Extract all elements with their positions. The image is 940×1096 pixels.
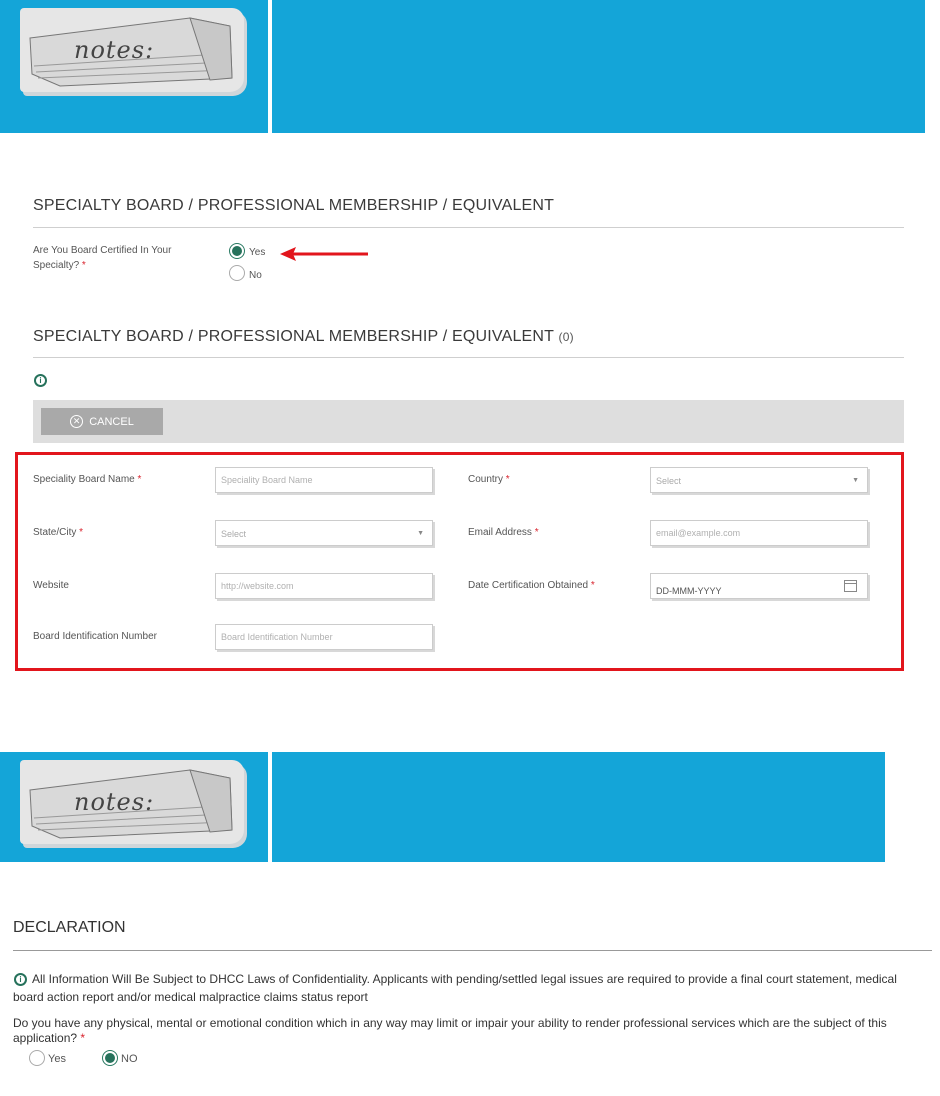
cancel-label: CANCEL	[89, 415, 134, 428]
board-certified-question-text: Are You Board Certified In Your Specialt…	[33, 245, 172, 271]
board-certified-question: Are You Board Certified In Your Specialt…	[33, 243, 208, 273]
required-mark: *	[137, 474, 142, 485]
notes-image: notes:	[20, 760, 244, 844]
radio-yes-label: Yes	[249, 247, 266, 258]
date-obtained-input[interactable]: DD-MMM-YYYY	[650, 573, 868, 599]
chevron-down-icon: ▼	[417, 530, 424, 537]
required-mark: *	[590, 580, 595, 591]
notes-label: notes:	[74, 36, 155, 64]
banner-divider	[268, 0, 272, 133]
cancel-button[interactable]: ✕ CANCEL	[41, 408, 163, 435]
notes-banner-top: notes:	[0, 0, 925, 133]
label-date-obtained: Date Certification Obtained *	[468, 580, 595, 591]
notes-banner-bottom: notes:	[0, 752, 885, 862]
membership-count: (0)	[558, 330, 574, 344]
label-board-id: Board Identification Number	[33, 631, 157, 642]
condition-question-text: Do you have any physical, mental or emot…	[13, 1016, 887, 1045]
declaration-title: DECLARATION	[13, 919, 126, 936]
calendar-icon[interactable]	[844, 580, 857, 592]
date-obtained-value: DD-MMM-YYYY	[656, 586, 722, 596]
label-text: Speciality Board Name	[33, 474, 135, 485]
form-toolbar: ✕ CANCEL	[33, 400, 904, 443]
label-text: Email Address	[468, 527, 532, 538]
section-title-board: SPECIALTY BOARD / PROFESSIONAL MEMBERSHI…	[33, 197, 555, 214]
country-select-value: Select	[656, 476, 682, 486]
chevron-down-icon: ▼	[852, 477, 859, 484]
label-website: Website	[33, 580, 69, 591]
label-text: Country	[468, 474, 504, 485]
red-arrow-annotation	[280, 247, 368, 261]
label-text: Date Certification Obtained	[468, 580, 589, 591]
radio-board-certified-no[interactable]	[229, 265, 245, 281]
condition-question: Do you have any physical, mental or emot…	[13, 1016, 928, 1046]
board-id-input[interactable]	[215, 624, 433, 650]
declaration-divider	[13, 950, 932, 951]
country-select[interactable]: Select ▼	[650, 467, 868, 493]
label-country: Country *	[468, 474, 510, 485]
notes-label: notes:	[74, 788, 155, 816]
radio-condition-yes[interactable]	[29, 1050, 45, 1066]
radio-condition-no[interactable]	[102, 1050, 118, 1066]
label-specialty-board-name: Speciality Board Name *	[33, 474, 141, 485]
banner-divider	[268, 752, 272, 862]
section-title-membership-text: SPECIALTY BOARD / PROFESSIONAL MEMBERSHI…	[33, 328, 554, 345]
state-city-select[interactable]: Select ▼	[215, 520, 433, 546]
specialty-board-name-input[interactable]	[215, 467, 433, 493]
section-divider	[33, 357, 904, 358]
notes-image: notes:	[20, 8, 244, 92]
radio-board-certified-yes[interactable]	[229, 243, 245, 259]
radio-no-label: NO	[121, 1053, 138, 1065]
radio-no-label: No	[249, 270, 262, 281]
close-circle-icon: ✕	[70, 415, 84, 428]
radio-yes-label: Yes	[48, 1053, 66, 1065]
section-title-membership: SPECIALTY BOARD / PROFESSIONAL MEMBERSHI…	[33, 328, 574, 346]
label-email: Email Address *	[468, 527, 539, 538]
info-icon: i	[34, 374, 47, 387]
website-input[interactable]	[215, 573, 433, 599]
required-mark: *	[79, 527, 84, 538]
email-input[interactable]	[650, 520, 868, 546]
required-mark: *	[81, 260, 86, 271]
label-state-city: State/City *	[33, 527, 83, 538]
required-mark: *	[505, 474, 510, 485]
label-text: State/City	[33, 527, 77, 538]
required-mark: *	[80, 1031, 86, 1045]
confidentiality-notice: All Information Will Be Subject to DHCC …	[13, 972, 897, 1004]
section-divider	[33, 227, 904, 228]
required-mark: *	[534, 527, 539, 538]
state-city-select-value: Select	[221, 529, 247, 539]
